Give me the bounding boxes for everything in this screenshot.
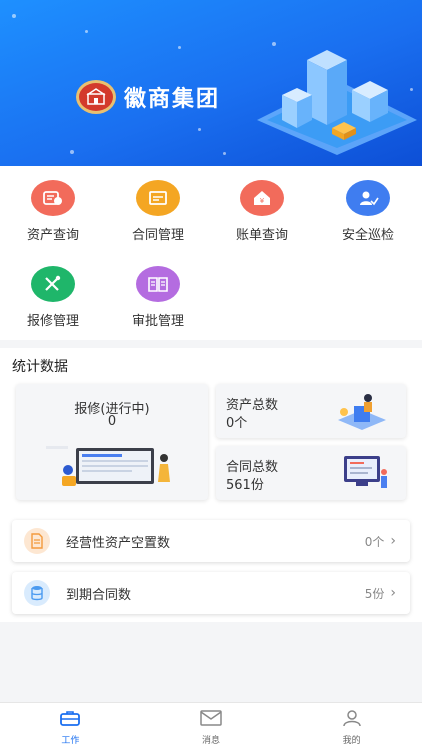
asset-total-title: 资产总数	[226, 398, 279, 413]
brand: 徽商集团	[76, 80, 220, 114]
tab-label: 工作	[61, 736, 80, 746]
approval-icon	[136, 266, 180, 302]
module-grid: 资产查询 合同管理 ¥ 账单查询 安全巡检 报修管理 审批管理	[0, 166, 422, 340]
asset-total-card[interactable]: 资产总数 0个	[216, 384, 406, 438]
module-label: 安全巡检	[341, 228, 394, 243]
banner: 徽商集团	[0, 0, 422, 166]
vacant-assets-row[interactable]: 经营性资产空置数 0个 ›	[12, 520, 410, 562]
database-icon	[24, 580, 50, 606]
expiring-contracts-label: 到期合同数	[66, 587, 132, 603]
svg-text:¥: ¥	[260, 197, 265, 205]
huishang-seal-logo	[76, 80, 116, 114]
chevron-right-icon: ›	[390, 533, 396, 549]
tab-bar: 工作 消息 我的	[0, 702, 422, 750]
repair-icon	[31, 266, 75, 302]
stats-title: 统计数据	[12, 359, 68, 375]
module-label: 报修管理	[26, 314, 79, 329]
module-label: 账单查询	[235, 228, 288, 243]
chevron-right-icon: ›	[390, 585, 396, 601]
tab-mine[interactable]: 我的	[281, 703, 422, 750]
module-safety-inspection[interactable]: 安全巡检	[320, 180, 416, 243]
stats-section: 统计数据 报修(进行中) 0 资产总数 0个 合同总数 561份 经营性资产空置…	[0, 348, 422, 622]
bill-icon: ¥	[240, 180, 284, 216]
person-icon	[342, 710, 361, 727]
tab-label: 我的	[342, 736, 361, 746]
brand-name: 徽商集团	[124, 87, 221, 112]
inspection-icon	[346, 180, 390, 216]
tab-work[interactable]: 工作	[0, 703, 141, 750]
expiring-contracts-row[interactable]: 到期合同数 5份 ›	[12, 572, 410, 614]
asset-total-value: 0个	[226, 416, 248, 431]
vacant-assets-label: 经营性资产空置数	[66, 535, 171, 551]
contract-total-card[interactable]: 合同总数 561份	[216, 446, 406, 500]
document-icon	[24, 528, 50, 554]
contract-total-title: 合同总数	[226, 460, 279, 475]
city-illustration-icon	[257, 50, 417, 155]
asset-icon	[31, 180, 75, 216]
repair-card[interactable]: 报修(进行中) 0	[16, 384, 208, 500]
contract-illustration-icon	[344, 456, 387, 488]
module-label: 资产查询	[26, 228, 79, 243]
asset-illustration-icon	[338, 394, 386, 430]
module-label: 审批管理	[131, 314, 184, 329]
module-contract-management[interactable]: 合同管理	[110, 180, 206, 243]
tab-label: 消息	[202, 736, 221, 746]
module-asset-query[interactable]: 资产查询	[5, 180, 101, 243]
repair-card-value: 0	[107, 414, 117, 429]
expiring-contracts-value: 5份	[364, 586, 385, 601]
tab-messages[interactable]: 消息	[141, 703, 282, 750]
module-label: 合同管理	[131, 228, 184, 243]
briefcase-icon	[60, 711, 81, 726]
contract-icon	[136, 180, 180, 216]
module-bill-query[interactable]: ¥ 账单查询	[214, 180, 310, 243]
module-approval-management[interactable]: 审批管理	[110, 266, 206, 329]
contract-total-value: 561份	[226, 478, 264, 493]
vacant-assets-value: 0个	[364, 534, 385, 549]
mail-icon	[200, 710, 222, 726]
module-repair-management[interactable]: 报修管理	[5, 266, 101, 329]
repair-illustration-icon	[46, 446, 170, 486]
